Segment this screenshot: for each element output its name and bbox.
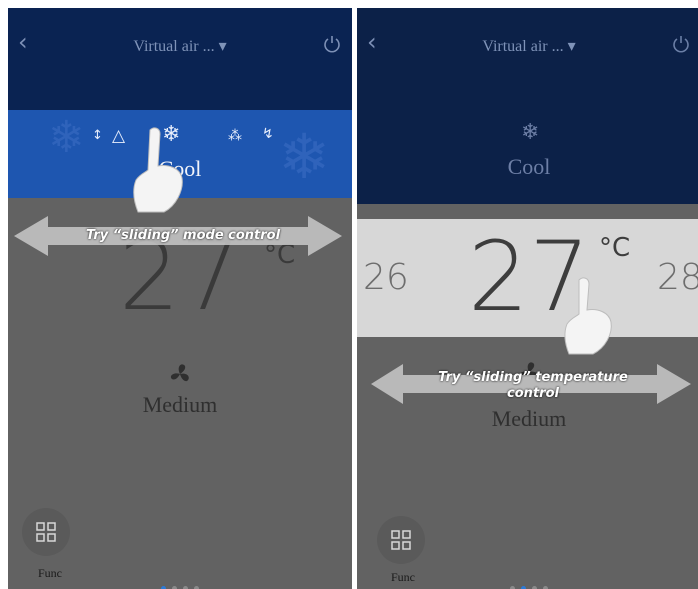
phone-screen-mode-tutorial: ‹ Virtual air ... ▾ ❄ ❄ ↕ △ ❄ ⁂ ↯ Cool 2… [8, 8, 352, 589]
tutorial-hint-line: Try “sliding” temperature [438, 370, 628, 385]
phone-screen-temperature-tutorial: ‹ Virtual air ... ▾ ❄ Cool 26 27 °C 28 M… [357, 8, 698, 589]
tutorial-overlay [371, 277, 691, 404]
tutorial-hint-text: Try “sliding” mode control [85, 228, 281, 243]
tutorial-hint-text: Try “sliding” temperature control [413, 370, 653, 402]
pointing-hand-icon [564, 277, 612, 355]
tutorial-overlay [14, 127, 342, 256]
pointing-hand-icon [133, 127, 183, 213]
tutorial-hint-line: control [507, 386, 559, 401]
